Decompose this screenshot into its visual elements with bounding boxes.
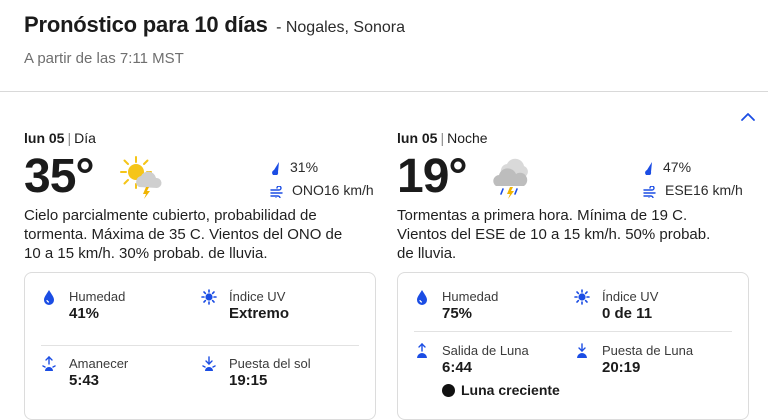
moonset-icon — [577, 343, 587, 358]
precip-value: 31% — [290, 159, 319, 175]
as-of-timestamp: A partir de las 7:11 MST — [24, 50, 184, 67]
partly-cloudy-thunderstorm-icon — [120, 156, 162, 199]
moonrise-label: Salida de Luna — [442, 343, 529, 358]
uv-value: Extremo — [229, 305, 290, 322]
sunset-label: Puesta del sol — [229, 356, 311, 371]
sunrise-label: Amanecer — [69, 356, 129, 371]
sunset-icon — [202, 356, 216, 371]
wind-value: ONO16 km/h — [292, 182, 374, 198]
moonrise-icon — [417, 343, 427, 358]
moonset-label: Puesta de Luna — [602, 343, 694, 358]
day-forecast: lun 05 | Día 35° 31% ONO16 km/h Cielo pa… — [24, 130, 376, 420]
wind-icon — [643, 185, 656, 201]
humidity-label: Humedad — [69, 289, 126, 304]
header-divider — [0, 91, 768, 92]
day-details-card: Humedad 41% Índice UV Extremo Amanecer 5… — [24, 272, 376, 420]
wind-value: ESE16 km/h — [665, 182, 743, 198]
humidity-drop-icon — [44, 290, 54, 305]
period-label: Día — [74, 130, 96, 146]
period-label: Noche — [447, 130, 488, 146]
period-separator: | — [67, 130, 72, 146]
moon-phase-icon — [442, 384, 455, 397]
raindrop-icon — [272, 162, 279, 176]
raindrop-icon — [645, 162, 652, 176]
uv-value: 0 de 11 — [602, 305, 653, 322]
sunset-value: 19:15 — [229, 372, 268, 389]
moonset-value: 20:19 — [602, 359, 641, 376]
wind-icon — [270, 185, 283, 201]
forecast-header: Pronóstico para 10 días - Nogales, Sonor… — [24, 12, 744, 67]
temperature: 35° — [24, 150, 95, 203]
title-line: Pronóstico para 10 días - Nogales, Sonor… — [24, 12, 744, 38]
uv-sun-icon — [201, 289, 217, 305]
date-label: lun 05 — [24, 130, 65, 146]
humidity-drop-icon — [417, 290, 427, 305]
night-forecast: lun 05 | Noche 19° 47% ESE16 km/h Tormenta… — [397, 130, 749, 420]
humidity-label: Humedad — [442, 289, 499, 304]
humidity-value: 41% — [69, 305, 100, 322]
sunrise-value: 5:43 — [69, 372, 100, 389]
location-label: - Nogales, Sonora — [276, 19, 406, 36]
period-heading: lun 05 | Noche — [397, 130, 749, 146]
forecast-narrative: Tormentas a primera hora. Mínima de 19 C… — [397, 207, 711, 262]
page-title: Pronóstico para 10 días — [24, 12, 268, 37]
uv-label: Índice UV — [229, 289, 286, 304]
uv-label: Índice UV — [602, 289, 659, 304]
moonrise-value: 6:44 — [442, 359, 473, 376]
sunrise-icon — [42, 356, 56, 371]
period-heading: lun 05 | Día — [24, 130, 376, 146]
uv-sun-icon — [574, 289, 590, 305]
forecast-narrative: Cielo parcialmente cubierto, probabilida… — [24, 207, 343, 262]
precip-value: 47% — [663, 159, 692, 175]
card-divider — [41, 345, 359, 346]
moon-phase: Luna creciente — [442, 382, 560, 398]
wind-info: ONO16 km/h — [270, 182, 374, 201]
night-details-card: Humedad 75% Índice UV 0 de 11 Salida de … — [397, 272, 749, 420]
moon-phase-label: Luna creciente — [461, 382, 560, 398]
cloudy-thunderstorm-icon — [493, 158, 528, 199]
humidity-value: 75% — [442, 305, 473, 322]
date-label: lun 05 — [397, 130, 438, 146]
period-separator: | — [440, 130, 445, 146]
wind-info: ESE16 km/h — [643, 182, 743, 201]
temperature: 19° — [397, 150, 468, 203]
card-divider — [414, 331, 732, 332]
chevron-up-icon[interactable] — [740, 111, 756, 123]
precip-chance: 31% — [270, 159, 319, 176]
precip-chance: 47% — [643, 159, 692, 176]
